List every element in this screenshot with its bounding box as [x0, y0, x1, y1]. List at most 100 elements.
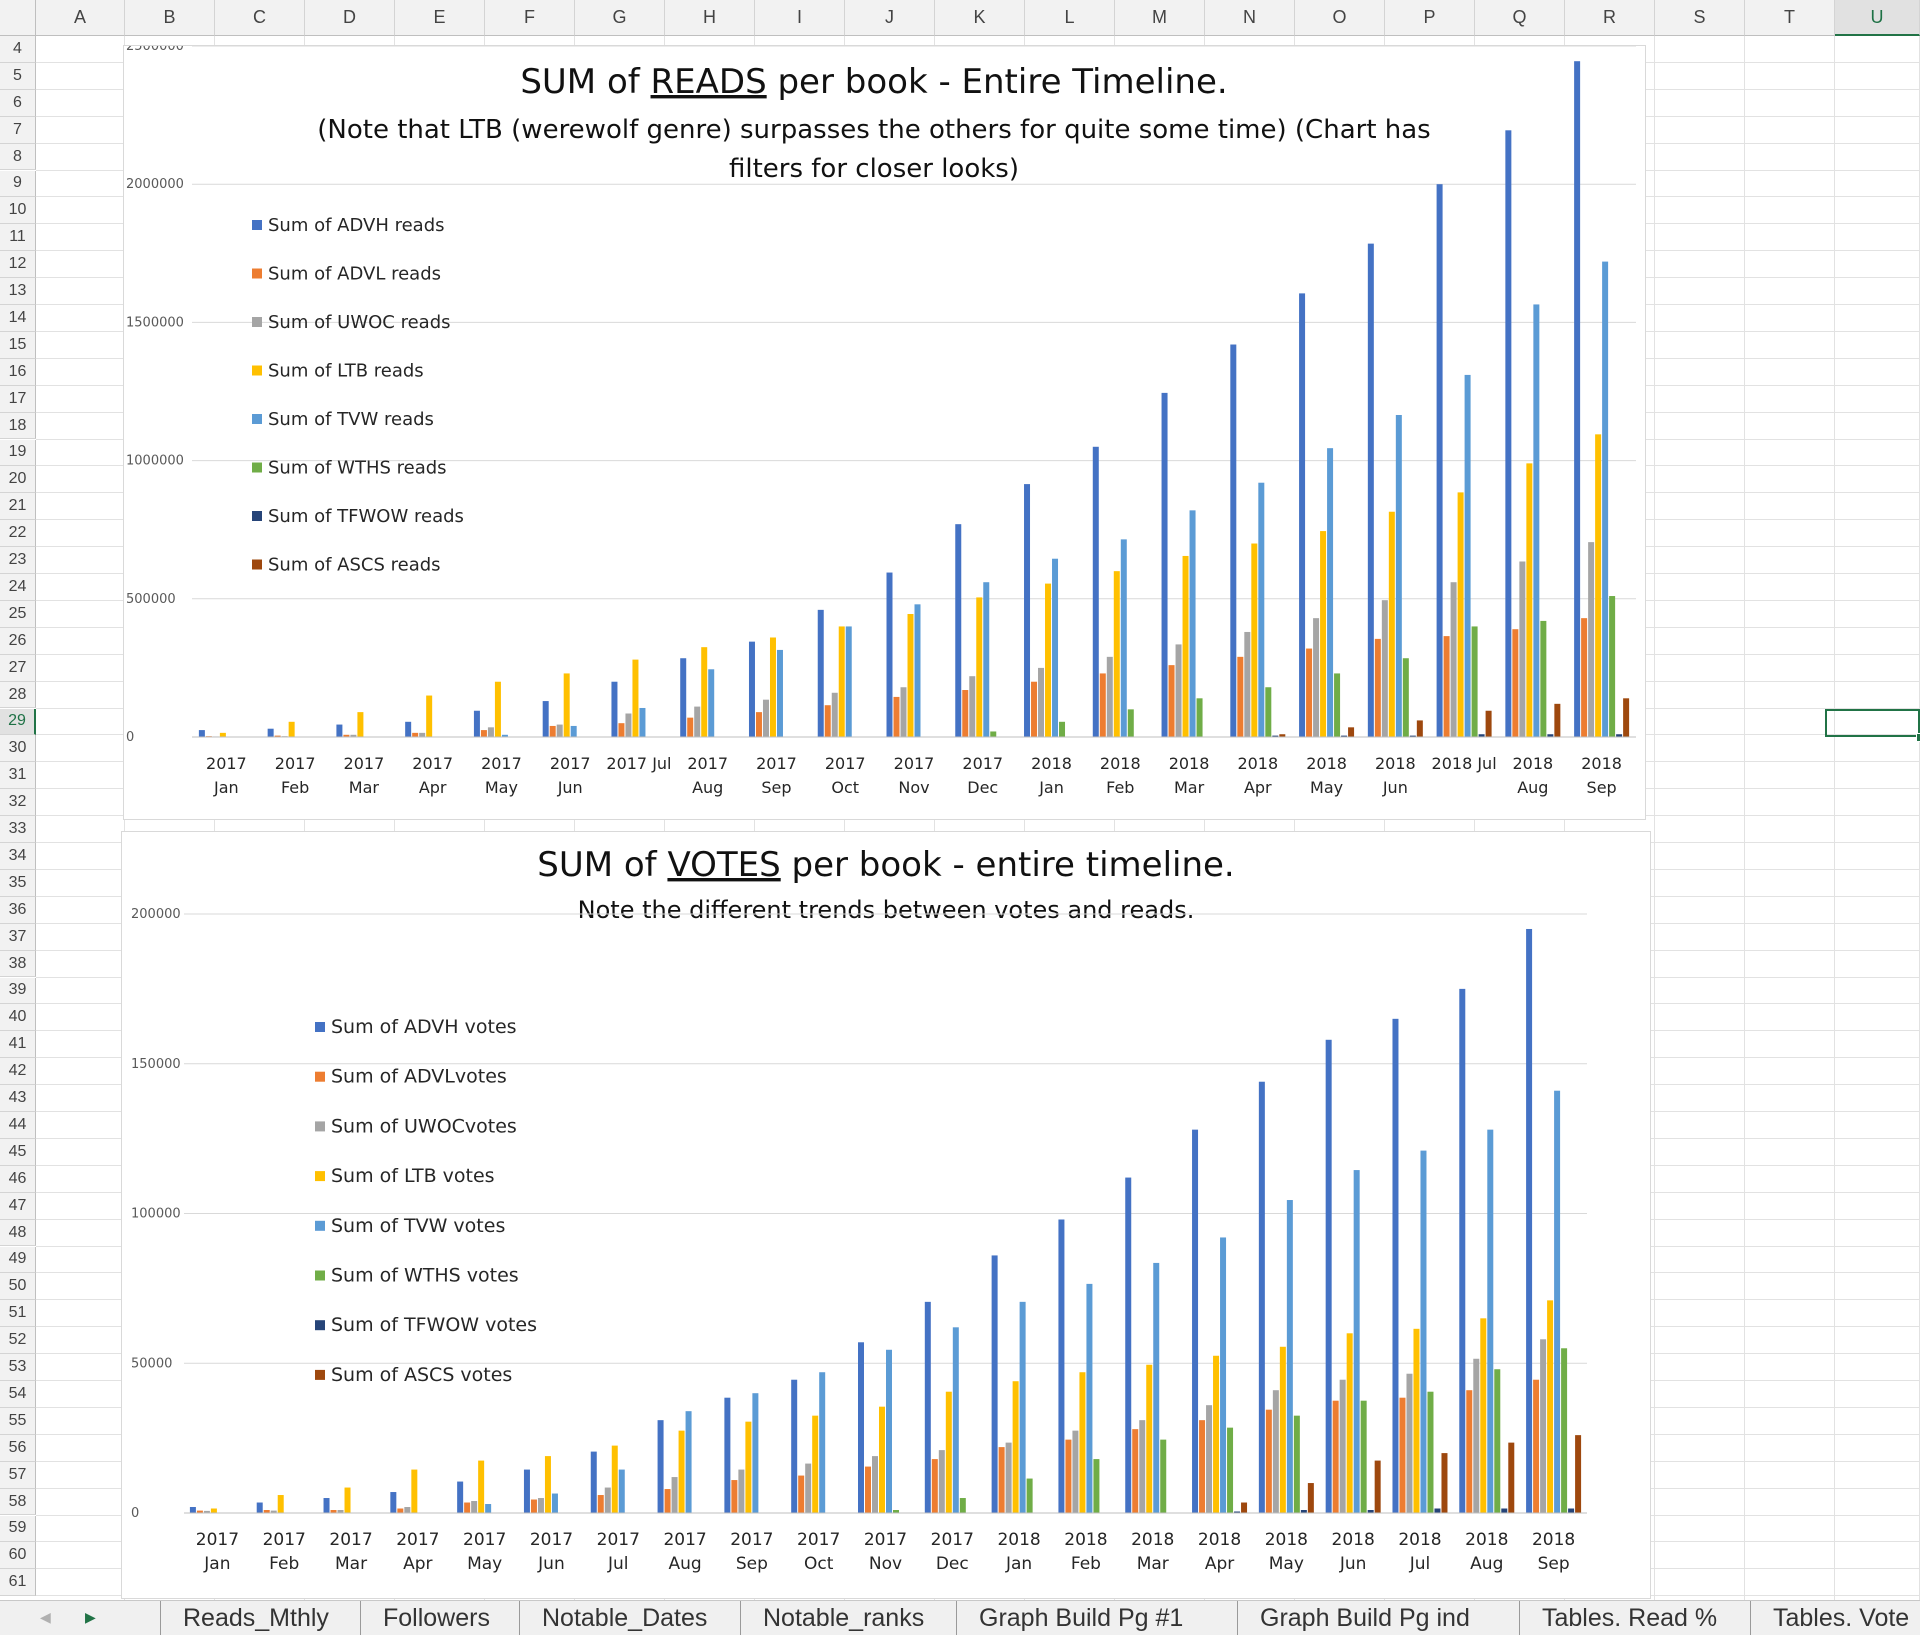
column-header-m[interactable]: M: [1115, 0, 1205, 36]
row-header-17[interactable]: 17: [0, 385, 36, 413]
sheet-tab-tables-vote[interactable]: Tables. Vote: [1750, 1601, 1920, 1635]
column-header-c[interactable]: C: [215, 0, 305, 36]
row-header-36[interactable]: 36: [0, 896, 36, 924]
row-header-52[interactable]: 52: [0, 1327, 36, 1355]
row-header-7[interactable]: 7: [0, 116, 36, 144]
row-header-35[interactable]: 35: [0, 869, 36, 897]
column-header-e[interactable]: E: [395, 0, 485, 36]
row-header-61[interactable]: 61: [0, 1569, 36, 1597]
sheet-tab-graph-build-pg-1[interactable]: Graph Build Pg #1: [956, 1601, 1205, 1635]
row-header-23[interactable]: 23: [0, 547, 36, 574]
row-header-54[interactable]: 54: [0, 1381, 36, 1408]
row-header-8[interactable]: 8: [0, 143, 36, 171]
row-header-48[interactable]: 48: [0, 1219, 36, 1247]
column-header-s[interactable]: S: [1655, 0, 1745, 36]
row-header-28[interactable]: 28: [0, 681, 36, 709]
column-header-k[interactable]: K: [935, 0, 1025, 36]
reads-chart[interactable]: SUM of READS per book - Entire Timeline.…: [123, 45, 1646, 820]
row-header-12[interactable]: 12: [0, 251, 36, 279]
row-header-29[interactable]: 29: [0, 708, 36, 736]
column-header-r[interactable]: R: [1565, 0, 1655, 36]
fill-handle[interactable]: [1916, 733, 1920, 743]
row-header-57[interactable]: 57: [0, 1461, 36, 1489]
column-header-o[interactable]: O: [1295, 0, 1385, 36]
row-header-60[interactable]: 60: [0, 1542, 36, 1570]
row-header-31[interactable]: 31: [0, 762, 36, 790]
row-header-38[interactable]: 38: [0, 950, 36, 978]
row-header-21[interactable]: 21: [0, 493, 36, 521]
x-tick-label: 2017: [962, 754, 1003, 773]
row-header-19[interactable]: 19: [0, 439, 36, 467]
row-header-47[interactable]: 47: [0, 1192, 36, 1220]
row-header-5[interactable]: 5: [0, 62, 36, 90]
row-header-18[interactable]: 18: [0, 412, 36, 440]
sheet-tab-notable-dates[interactable]: Notable_Dates: [519, 1601, 729, 1635]
column-header-i[interactable]: I: [755, 0, 845, 36]
row-header-46[interactable]: 46: [0, 1165, 36, 1193]
sheet-tab-followers[interactable]: Followers: [360, 1601, 512, 1635]
row-header-33[interactable]: 33: [0, 816, 36, 843]
column-header-d[interactable]: D: [305, 0, 395, 36]
row-header-58[interactable]: 58: [0, 1488, 36, 1516]
sheet-tab-tables-read[interactable]: Tables. Read %: [1519, 1601, 1739, 1635]
row-header-24[interactable]: 24: [0, 574, 36, 601]
row-header-37[interactable]: 37: [0, 923, 36, 951]
row-header-45[interactable]: 45: [0, 1138, 36, 1166]
row-header-13[interactable]: 13: [0, 278, 36, 305]
sheet-tab-graph-build-pg-ind[interactable]: Graph Build Pg ind: [1237, 1601, 1492, 1635]
select-all-corner[interactable]: [0, 0, 36, 36]
x-tick-label: 2018: [1100, 754, 1141, 773]
row-header-14[interactable]: 14: [0, 305, 36, 332]
bar: [1533, 1379, 1540, 1513]
row-header-9[interactable]: 9: [0, 170, 36, 198]
row-header-59[interactable]: 59: [0, 1515, 36, 1543]
column-header-j[interactable]: J: [845, 0, 935, 36]
column-header-n[interactable]: N: [1205, 0, 1295, 36]
column-header-t[interactable]: T: [1745, 0, 1835, 36]
row-header-20[interactable]: 20: [0, 466, 36, 494]
active-cell[interactable]: [1825, 708, 1920, 738]
row-header-22[interactable]: 22: [0, 520, 36, 548]
column-header-h[interactable]: H: [665, 0, 755, 36]
bar: [1473, 1358, 1480, 1513]
bar: [625, 713, 632, 737]
row-header-10[interactable]: 10: [0, 197, 36, 225]
sheet-tab-reads-mthly[interactable]: Reads_Mthly: [160, 1601, 351, 1635]
row-header-49[interactable]: 49: [0, 1246, 36, 1274]
row-header-51[interactable]: 51: [0, 1300, 36, 1328]
row-header-43[interactable]: 43: [0, 1085, 36, 1112]
column-header-g[interactable]: G: [575, 0, 665, 36]
row-header-50[interactable]: 50: [0, 1273, 36, 1301]
row-header-53[interactable]: 53: [0, 1354, 36, 1381]
scroll-tabs-right-icon[interactable]: ▶: [85, 1609, 96, 1626]
row-header-55[interactable]: 55: [0, 1407, 36, 1435]
column-header-f[interactable]: F: [485, 0, 575, 36]
row-header-15[interactable]: 15: [0, 331, 36, 359]
row-header-25[interactable]: 25: [0, 600, 36, 628]
row-header-56[interactable]: 56: [0, 1434, 36, 1462]
row-header-30[interactable]: 30: [0, 735, 36, 763]
sheet-tab-notable-ranks[interactable]: Notable_ranks: [740, 1601, 946, 1635]
column-header-a[interactable]: A: [36, 0, 125, 36]
column-header-p[interactable]: P: [1385, 0, 1475, 36]
row-header-44[interactable]: 44: [0, 1112, 36, 1139]
column-header-u[interactable]: U: [1835, 0, 1920, 36]
row-header-4[interactable]: 4: [0, 36, 36, 63]
row-header-42[interactable]: 42: [0, 1058, 36, 1086]
column-header-l[interactable]: L: [1025, 0, 1115, 36]
column-header-b[interactable]: B: [125, 0, 215, 36]
row-header-11[interactable]: 11: [0, 224, 36, 252]
row-header-32[interactable]: 32: [0, 789, 36, 817]
row-header-41[interactable]: 41: [0, 1031, 36, 1059]
row-header-39[interactable]: 39: [0, 977, 36, 1005]
row-header-16[interactable]: 16: [0, 358, 36, 386]
column-header-q[interactable]: Q: [1475, 0, 1565, 36]
row-header-40[interactable]: 40: [0, 1004, 36, 1032]
row-header-27[interactable]: 27: [0, 654, 36, 682]
scroll-tabs-left-icon[interactable]: ◀: [40, 1609, 51, 1626]
row-header-34[interactable]: 34: [0, 843, 36, 870]
row-header-6[interactable]: 6: [0, 89, 36, 117]
votes-chart[interactable]: SUM of VOTES per book - entire timeline.…: [121, 831, 1651, 1599]
bar: [1251, 543, 1258, 737]
row-header-26[interactable]: 26: [0, 627, 36, 655]
